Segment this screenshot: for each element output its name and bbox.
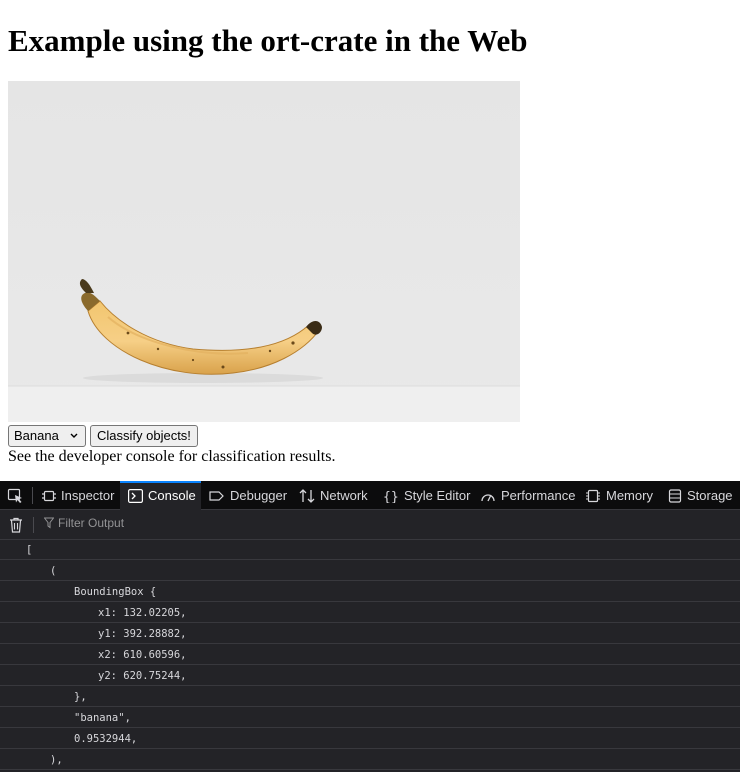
image-select[interactable]: Banana <box>8 425 86 447</box>
controls-row: Banana Classify objects! <box>8 425 198 447</box>
classify-button[interactable]: Classify objects! <box>90 425 198 447</box>
tab-label: Memory <box>606 488 653 503</box>
console-line: x1: 132.02205, <box>0 603 740 623</box>
filter-separator <box>33 517 34 533</box>
web-page: Example using the ort-crate in the Web B… <box>8 0 732 481</box>
tab-label: Storage <box>687 488 733 503</box>
tab-label: Performance <box>501 488 576 503</box>
console-line: [ <box>0 540 740 560</box>
console-line: y1: 392.28882, <box>0 624 740 644</box>
console-line: y2: 620.75244, <box>0 666 740 686</box>
element-picker-icon[interactable] <box>7 488 23 504</box>
page-title: Example using the ort-crate in the Web <box>8 23 528 58</box>
tab-label: Network <box>320 488 368 503</box>
tab-inspector[interactable]: Inspector <box>42 481 114 510</box>
console-filter-bar: Filter Output <box>0 510 740 540</box>
hint-text: See the developer console for classifica… <box>8 448 336 465</box>
tab-performance[interactable]: Performance <box>480 481 575 510</box>
console-icon <box>128 488 143 503</box>
console-line: ), <box>0 750 740 770</box>
tab-debugger[interactable]: Debugger <box>209 481 287 510</box>
console-line: "banana", <box>0 708 740 728</box>
memory-icon <box>586 489 600 502</box>
console-line: BoundingBox { <box>0 582 740 602</box>
tab-label: Style Editor <box>404 488 471 503</box>
console-line: }, <box>0 687 740 707</box>
storage-icon <box>668 488 682 503</box>
style-editor-icon: {} <box>383 490 399 503</box>
filter-output-input[interactable]: Filter Output <box>44 516 124 530</box>
console-line: 0.9532944, <box>0 729 740 749</box>
console-line: ( <box>0 561 740 581</box>
tab-label: Debugger <box>230 488 288 503</box>
trash-icon[interactable] <box>9 517 23 533</box>
devtools-panel: Inspector Console Debugger Network {} St… <box>0 481 740 772</box>
filter-placeholder: Filter Output <box>58 516 125 530</box>
filter-icon <box>44 517 54 529</box>
debugger-icon <box>209 490 224 501</box>
network-icon <box>299 488 315 503</box>
console-output: [ ( BoundingBox { x1: 132.02205, y1: 392… <box>0 540 740 770</box>
image-select-value: Banana <box>14 428 59 443</box>
tab-console[interactable]: Console <box>120 481 201 510</box>
tab-network[interactable]: Network <box>299 481 368 510</box>
tab-style-editor[interactable]: {} Style Editor <box>383 481 470 510</box>
devtools-toolbar: Inspector Console Debugger Network {} St… <box>0 481 740 510</box>
banana-image <box>8 81 520 422</box>
inspector-icon <box>42 490 56 501</box>
tab-storage[interactable]: Storage <box>668 481 733 510</box>
performance-icon <box>481 493 495 501</box>
chevron-down-icon <box>70 433 78 438</box>
toolbar-separator <box>32 487 33 504</box>
tab-memory[interactable]: Memory <box>585 481 653 510</box>
tab-label: Inspector <box>61 488 115 503</box>
console-line: x2: 610.60596, <box>0 645 740 665</box>
svg-text:{}: {} <box>383 490 399 503</box>
tab-label: Console <box>148 488 196 503</box>
